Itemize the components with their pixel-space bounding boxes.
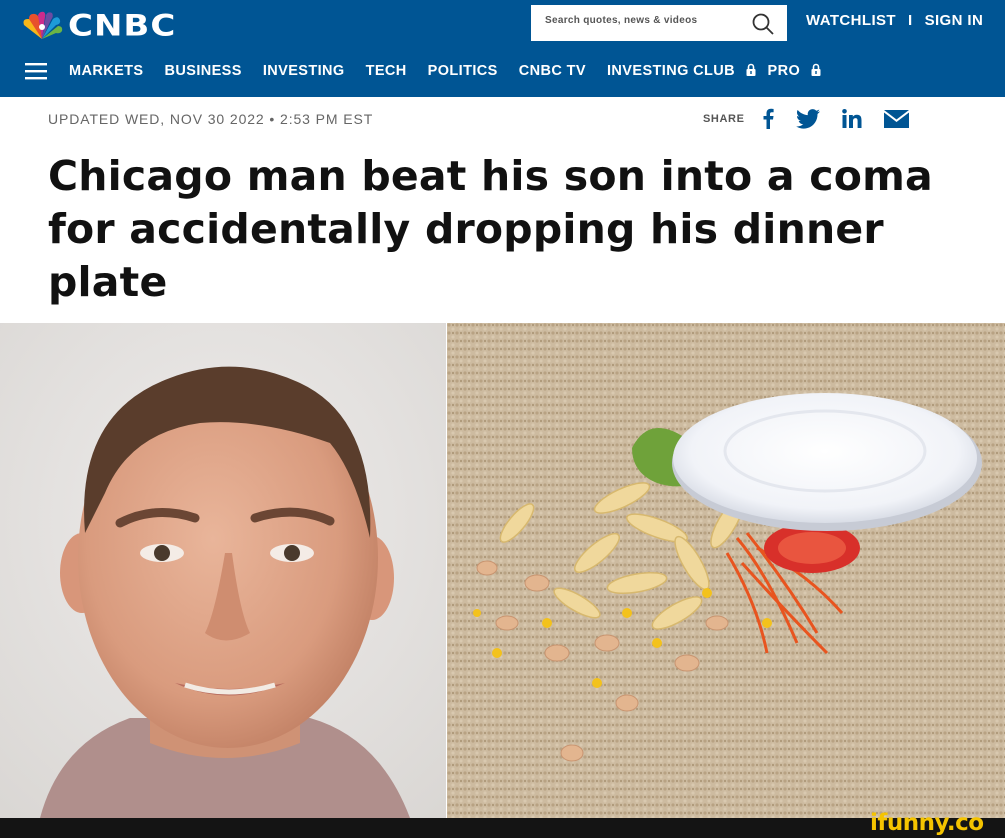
peacock-icon: [23, 11, 63, 40]
site-header: CNBC Search quotes, news & videos WATCHL…: [0, 0, 1005, 97]
nav-pro: PRO: [767, 63, 801, 79]
nav-business[interactable]: BUSINESS: [165, 63, 242, 79]
watchlist-link[interactable]: WATCHLIST: [806, 12, 896, 29]
lock-icon: [746, 63, 755, 76]
dropped-plate-image: [447, 323, 1005, 818]
sign-in-link[interactable]: SIGN IN: [925, 12, 984, 29]
nav-investing-club: INVESTING CLUB: [607, 63, 736, 79]
man-portrait-image: [0, 323, 446, 818]
hamburger-menu-icon[interactable]: [25, 62, 47, 80]
nav-investing[interactable]: INVESTING: [263, 63, 345, 79]
share-bar: SHARE: [703, 108, 931, 129]
ifunny-watermark: ifunny.co: [870, 810, 984, 836]
cnbc-logo[interactable]: CNBC: [20, 6, 176, 46]
nav-tech[interactable]: TECH: [366, 63, 407, 79]
separator: I: [907, 12, 913, 29]
search-icon[interactable]: [751, 12, 775, 36]
account-links: WATCHLIST I SIGN IN: [806, 12, 983, 29]
facebook-icon[interactable]: [763, 108, 774, 129]
nav-cnbc-tv[interactable]: CNBC TV: [519, 63, 586, 79]
twitter-icon[interactable]: [795, 108, 820, 129]
search-placeholder: Search quotes, news & videos: [545, 15, 698, 26]
bottom-bar: [0, 818, 1005, 838]
nav-politics[interactable]: POLITICS: [428, 63, 498, 79]
email-icon[interactable]: [883, 109, 909, 128]
nav-investing-club-wrap[interactable]: INVESTING CLUB: [607, 63, 756, 79]
lock-icon: [811, 63, 821, 76]
search-input[interactable]: Search quotes, news & videos: [531, 5, 787, 41]
nav-pro-wrap[interactable]: PRO: [768, 63, 821, 79]
updated-timestamp: UPDATED WED, NOV 30 2022 • 2:53 PM EST: [48, 111, 374, 127]
logo-text: CNBC: [68, 9, 177, 43]
share-label: SHARE: [703, 112, 745, 125]
nav-markets[interactable]: MARKETS: [69, 63, 144, 79]
linkedin-icon[interactable]: [841, 109, 862, 128]
main-nav: MARKETS BUSINESS INVESTING TECH POLITICS…: [69, 63, 842, 79]
article-headline: Chicago man beat his son into a coma for…: [48, 152, 933, 306]
